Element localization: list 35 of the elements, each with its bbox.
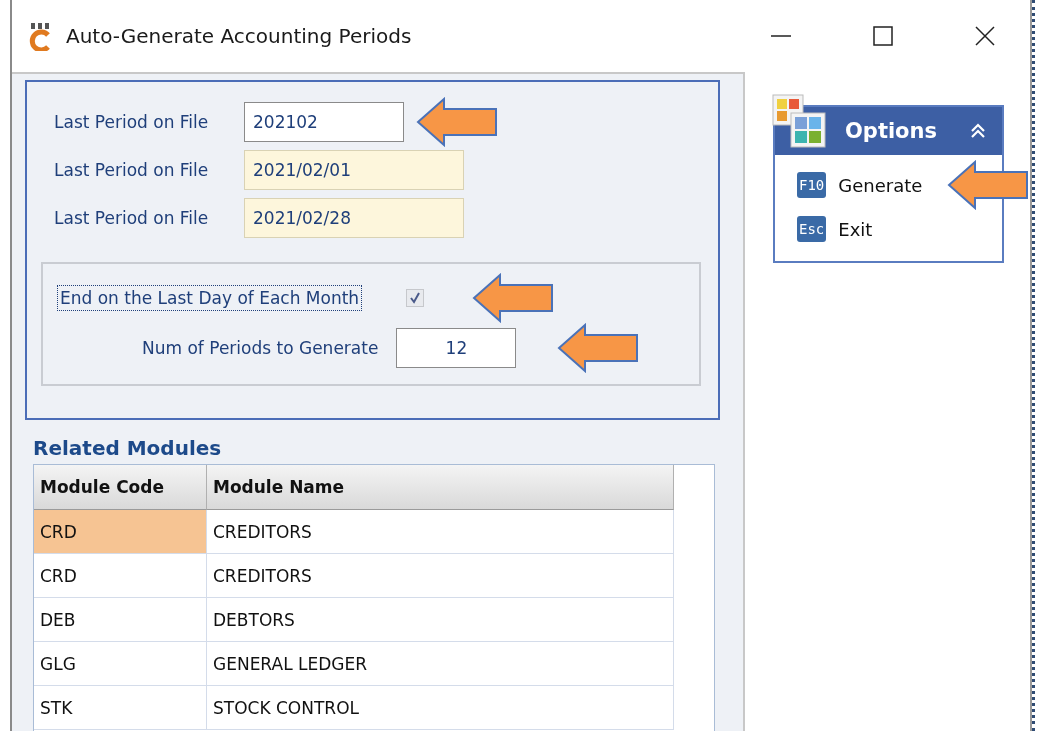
- input-field[interactable]: 12: [396, 328, 517, 368]
- input-field[interactable]: 202102: [244, 102, 404, 142]
- field-label: Num of Periods to Generate: [142, 338, 379, 358]
- section-heading: Related Modules: [33, 436, 223, 460]
- menu-item[interactable]: F10 Generate: [775, 163, 929, 207]
- maximize-icon: [872, 25, 894, 47]
- checkbox[interactable]: [406, 289, 425, 307]
- window-title: Auto-Generate Accounting Periods: [66, 24, 413, 48]
- table-cell: DEB: [34, 598, 207, 642]
- table-cell: CRD: [34, 554, 207, 598]
- field-label: Last Period on File: [53, 160, 210, 180]
- table-cell: STK: [34, 686, 207, 730]
- menu-item-label: Exit: [838, 218, 873, 240]
- input-field[interactable]: 2021/02/01: [244, 150, 464, 190]
- table-cell: CRD: [34, 510, 207, 554]
- input-field[interactable]: 2021/02/28: [244, 198, 464, 238]
- key-badge: Esc: [797, 216, 827, 242]
- table-cell: CREDITORS: [207, 510, 674, 554]
- table-cell: CREDITORS: [207, 554, 674, 598]
- panel-title: Options: [845, 119, 938, 143]
- table-cell: GENERAL LEDGER: [207, 642, 674, 686]
- column-header[interactable]: Module Name: [207, 465, 674, 510]
- menu-item-label: Generate: [838, 174, 923, 196]
- checkbox-label: End on the Last Day of Each Month: [57, 285, 363, 311]
- close-icon: [974, 25, 996, 47]
- field-label: Last Period on File: [53, 112, 210, 132]
- table-cell: STOCK CONTROL: [207, 686, 674, 730]
- collapse-icon[interactable]: [970, 122, 986, 140]
- column-header[interactable]: Module Code: [34, 465, 207, 510]
- table-cell: GLG: [34, 642, 207, 686]
- menu-item[interactable]: Esc Exit: [775, 207, 879, 251]
- minimize-icon: [771, 35, 791, 37]
- field-label: Last Period on File: [53, 208, 210, 228]
- key-badge: F10: [797, 172, 827, 198]
- table-cell: DEBTORS: [207, 598, 674, 642]
